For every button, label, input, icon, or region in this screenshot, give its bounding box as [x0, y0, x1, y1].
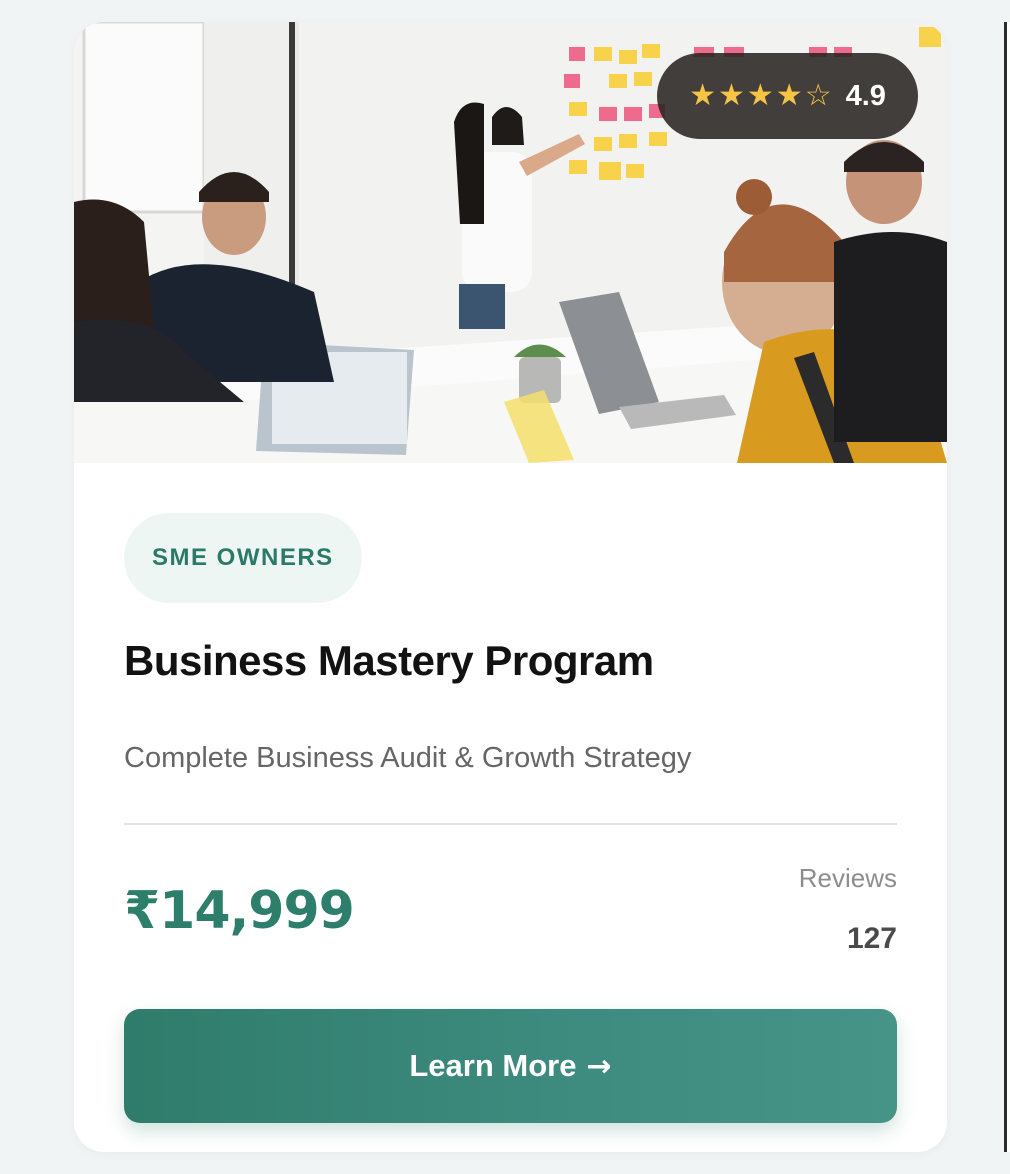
rating-value: 4.9	[845, 79, 886, 112]
reviews-count: 127	[846, 922, 897, 955]
course-image: ★ ★ ★ ★ ☆ 4.9	[74, 22, 947, 463]
arrow-right-icon: →	[586, 1048, 612, 1084]
divider	[124, 823, 897, 825]
star-icon: ★	[717, 78, 745, 113]
course-card: ★ ★ ★ ★ ☆ 4.9 SME OWNERS Business Master…	[74, 22, 947, 1152]
learn-more-button[interactable]: Learn More →	[124, 1009, 897, 1123]
course-title: Business Mastery Program	[124, 637, 654, 684]
next-card-edge	[1004, 22, 1010, 1152]
reviews-label: Reviews	[798, 863, 897, 893]
course-price: ₹14,999	[124, 881, 355, 941]
rating-badge: ★ ★ ★ ★ ☆ 4.9	[657, 53, 918, 139]
star-rating: ★ ★ ★ ★ ☆	[689, 81, 832, 111]
star-outline-icon: ☆	[804, 78, 832, 113]
learn-more-label: Learn More	[409, 1048, 577, 1083]
star-icon: ★	[746, 78, 774, 113]
star-icon: ★	[775, 78, 803, 113]
category-tag: SME OWNERS	[124, 513, 362, 603]
star-icon: ★	[689, 78, 716, 113]
course-subtitle: Complete Business Audit & Growth Strateg…	[124, 742, 692, 774]
